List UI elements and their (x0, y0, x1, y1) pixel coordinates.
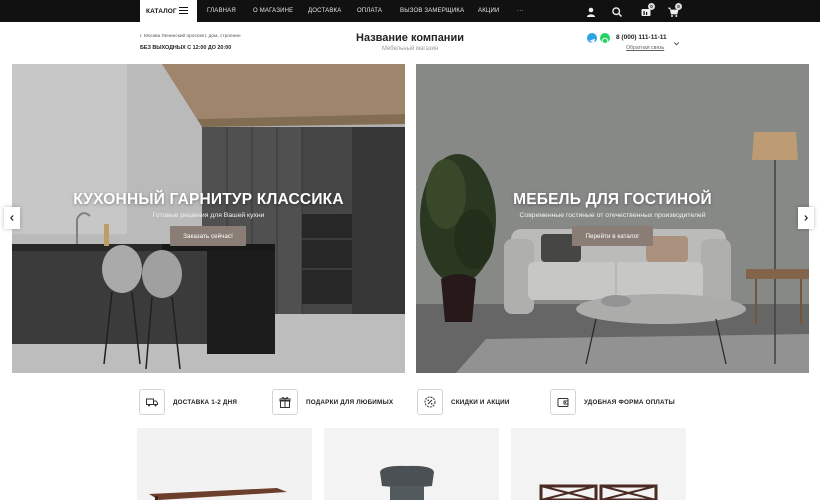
top-navigation: КАТАЛОГ ГЛАВНАЯ О МАГАЗИНЕ ДОСТАВКА ОПЛА… (0, 0, 820, 22)
company-subtitle: Мебельный магазин (381, 46, 439, 52)
chevron-down-icon[interactable] (673, 34, 680, 46)
cart-count-badge: 0 (675, 3, 682, 10)
compare-count-badge: 0 (648, 3, 655, 10)
nav-item-sales[interactable]: АКЦИИ (478, 0, 500, 22)
product-image-bed (511, 428, 686, 500)
truck-icon (139, 389, 165, 415)
feature-payment: УДОБНАЯ ФОРМА ОПЛАТЫ (550, 387, 675, 417)
feature-discounts-label: СКИДКИ И АКЦИИ (451, 398, 510, 406)
discount-icon (417, 389, 443, 415)
chevron-left-icon (9, 215, 14, 221)
banner-living-title: МЕБЕЛЬ ДЛЯ ГОСТИНОЙ (513, 191, 712, 208)
feature-gifts-label: ПОДАРКИ ДЛЯ ЛЮБИМЫХ (306, 398, 394, 406)
product-card-bed[interactable] (511, 428, 686, 500)
company-name[interactable]: Название компании (300, 32, 520, 44)
nav-item-measure[interactable]: ВЫЗОВ ЗАМЕРЩИКА (400, 0, 464, 22)
feature-discounts: СКИДКИ И АКЦИИ (417, 387, 510, 417)
banner-living-subtitle: Современные гостиные от отечественных пр… (519, 212, 706, 219)
banner-kitchen-title: КУХОННЫЙ ГАРНИТУР КЛАССИКА (73, 191, 344, 208)
cart-icon[interactable]: 0 (667, 3, 682, 17)
order-now-button[interactable]: Заказать сейчас! (170, 226, 246, 246)
nav-item-about[interactable]: О МАГАЗИНЕ (253, 0, 293, 22)
feature-delivery-label: ДОСТАВКА 1-2 ДНЯ (173, 398, 238, 406)
catalog-button[interactable]: КАТАЛОГ (140, 0, 197, 22)
slider-prev-button[interactable] (4, 207, 20, 229)
feature-gifts: ПОДАРКИ ДЛЯ ЛЮБИМЫХ (272, 387, 393, 417)
chevron-right-icon (804, 215, 809, 221)
banner-kitchen[interactable]: КУХОННЫЙ ГАРНИТУР КЛАССИКА Готовые решен… (12, 64, 405, 373)
search-icon[interactable] (611, 5, 623, 18)
nav-item-more[interactable]: ··· (517, 0, 524, 22)
product-card-table[interactable] (137, 428, 312, 500)
catalog-label: КАТАЛОГ (146, 7, 177, 15)
telegram-icon[interactable] (587, 33, 597, 44)
nav-item-delivery[interactable]: ДОСТАВКА (308, 0, 341, 22)
feedback-link[interactable]: Обратная связь (626, 45, 664, 51)
product-card-chair[interactable] (324, 428, 499, 500)
go-to-catalog-button[interactable]: Перейти в каталог (572, 226, 653, 246)
working-hours: БЕЗ ВЫХОДНЫХ С 12:00 ДО 20:00 (140, 45, 232, 51)
banner-living-room[interactable]: МЕБЕЛЬ ДЛЯ ГОСТИНОЙ Современные гостиные… (416, 64, 809, 373)
compare-icon[interactable]: 0 (640, 3, 655, 17)
burger-menu-icon (179, 7, 188, 14)
user-icon[interactable] (585, 5, 597, 17)
wallet-icon (550, 389, 576, 415)
nav-item-payment[interactable]: ОПЛАТА (357, 0, 382, 22)
whatsapp-icon[interactable] (600, 33, 610, 45)
gift-icon (272, 389, 298, 415)
product-image-table (137, 428, 312, 500)
nav-item-home[interactable]: ГЛАВНАЯ (207, 0, 236, 22)
feature-payment-label: УДОБНАЯ ФОРМА ОПЛАТЫ (584, 398, 675, 406)
slider-next-button[interactable] (798, 207, 814, 229)
banner-kitchen-subtitle: Готовые решения для Вашей кухни (152, 212, 265, 219)
store-address: г. Москва Ленинский проспект, дом, строе… (140, 34, 241, 39)
product-image-chair (324, 428, 499, 500)
feature-delivery: ДОСТАВКА 1-2 ДНЯ (139, 387, 237, 417)
phone-number[interactable]: 8 (000) 111-11-11 (616, 34, 667, 41)
